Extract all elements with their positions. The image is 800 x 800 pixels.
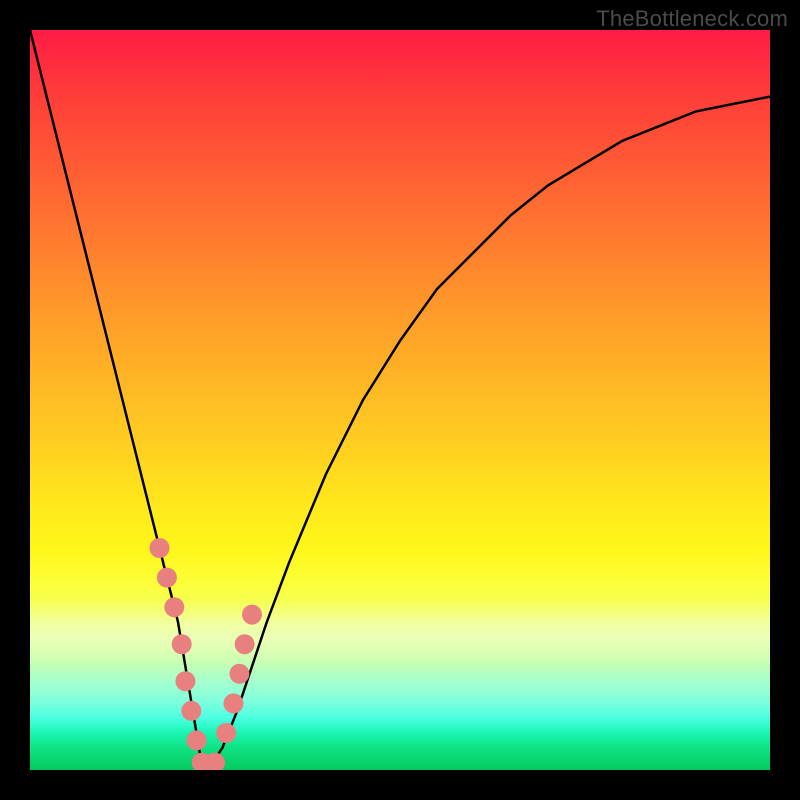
chart-frame: TheBottleneck.com — [0, 0, 800, 800]
highlight-dot — [175, 671, 195, 691]
highlight-dot — [235, 634, 255, 654]
highlight-dot — [172, 634, 192, 654]
highlight-dot — [150, 538, 170, 558]
highlight-dot — [242, 605, 262, 625]
highlight-dot — [216, 723, 236, 743]
highlight-dot — [224, 693, 244, 713]
highlight-dot — [181, 701, 201, 721]
chart-svg-layer — [30, 30, 770, 770]
highlight-dot — [157, 568, 177, 588]
highlight-dot — [187, 730, 207, 750]
watermark-text: TheBottleneck.com — [596, 6, 788, 32]
highlight-dot — [229, 664, 249, 684]
highlight-dot — [164, 597, 184, 617]
bottleneck-curve — [30, 30, 770, 770]
plot-area — [30, 30, 770, 770]
highlight-dots-group — [150, 538, 263, 770]
bottleneck-curve-path — [30, 30, 770, 770]
